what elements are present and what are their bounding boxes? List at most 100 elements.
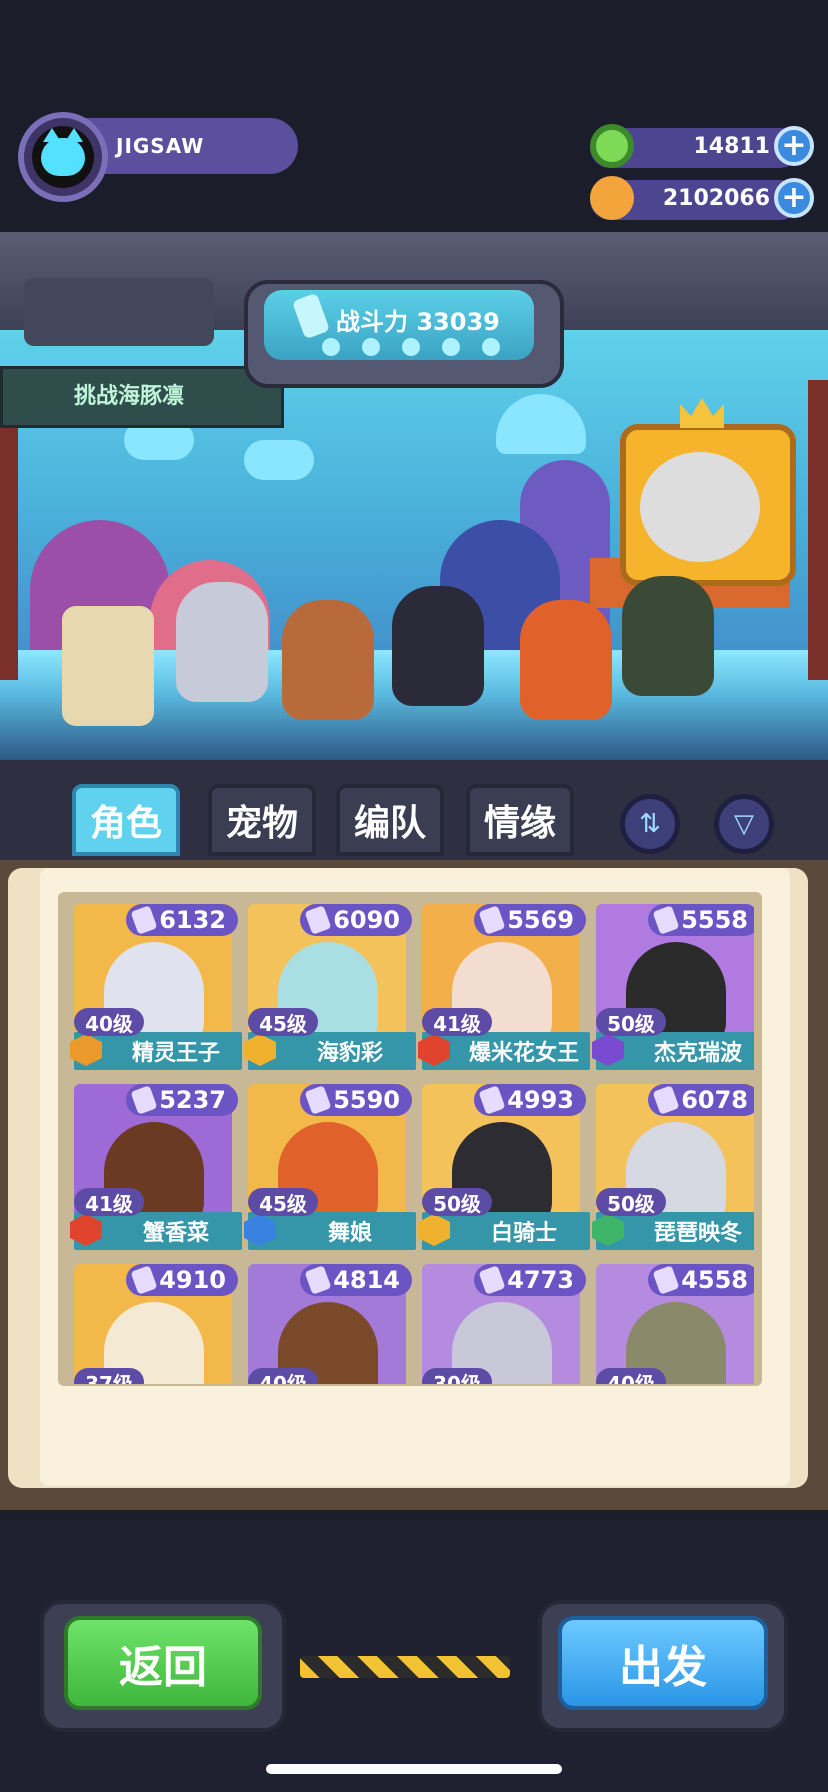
power-badge: 6078 <box>648 1084 754 1116</box>
power-value: 4910 <box>159 1266 226 1294</box>
filter-button[interactable]: ▽ <box>714 794 774 854</box>
name-bar: 精灵王子 <box>70 1032 242 1070</box>
power-badge: 6132 <box>126 904 238 936</box>
power-value: 6078 <box>681 1086 748 1114</box>
element-hex-icon <box>70 1214 102 1246</box>
character-card[interactable]: 4558 40级 <box>596 1264 754 1384</box>
team-member[interactable] <box>176 582 268 702</box>
character-card[interactable]: 4814 40级 <box>248 1264 412 1384</box>
team-slot-dot <box>402 338 420 356</box>
power-value: 5590 <box>333 1086 400 1114</box>
level-badge: 41级 <box>74 1188 144 1216</box>
element-hex-icon <box>244 1214 276 1246</box>
element-hex-icon <box>592 1214 624 1246</box>
sword-icon <box>478 1265 506 1295</box>
sword-icon <box>130 1265 158 1295</box>
level-badge: 30级 <box>422 1368 492 1384</box>
sword-icon <box>652 905 680 935</box>
level-badge: 40级 <box>74 1008 144 1036</box>
level-badge: 40级 <box>248 1368 318 1384</box>
character-name: 白骑士 <box>490 1221 557 1246</box>
cat-face-icon <box>41 128 85 176</box>
character-card[interactable]: 4993 白骑士 50级 <box>418 1084 590 1256</box>
power-value: 4773 <box>507 1266 574 1294</box>
character-card[interactable]: 5237 蟹香菜 41级 <box>70 1084 242 1256</box>
tab-bonds[interactable]: 情缘 <box>466 784 574 856</box>
player-avatar[interactable] <box>18 112 108 202</box>
character-card[interactable]: 5569 爆米花女王 41级 <box>418 904 590 1076</box>
level-badge: 41级 <box>422 1008 492 1036</box>
team-member[interactable] <box>392 586 484 706</box>
sort-button[interactable]: ⇅ <box>620 794 680 854</box>
name-bar: 蟹香菜 <box>70 1212 242 1250</box>
combat-power-label: 战斗力 33039 <box>336 308 500 336</box>
sword-icon <box>130 905 158 935</box>
character-card[interactable]: 5558 杰克瑞波 50级 <box>592 904 754 1076</box>
team-member-robot[interactable] <box>62 606 154 726</box>
character-name: 琵琶映冬 <box>653 1221 742 1246</box>
name-bar: 琵琶映冬 <box>592 1212 754 1250</box>
team-member[interactable] <box>622 576 714 696</box>
power-badge: 4558 <box>648 1264 754 1296</box>
level-badge: 50级 <box>596 1008 666 1036</box>
go-button[interactable]: 出发 <box>558 1616 768 1710</box>
character-card[interactable]: 5590 舞娘 45级 <box>244 1084 416 1256</box>
back-button[interactable]: 返回 <box>64 1616 262 1710</box>
tab-formation[interactable]: 编队 <box>336 784 444 856</box>
character-name: 爆米花女王 <box>468 1041 579 1066</box>
sword-icon <box>304 905 332 935</box>
orange-planet-coin-icon <box>590 176 634 220</box>
green-currency-value: 14811 <box>693 134 770 159</box>
tab-pets[interactable]: 宠物 <box>208 784 316 856</box>
character-card[interactable]: 6090 海豹彩 45级 <box>244 904 416 1076</box>
element-hex-icon <box>244 1034 276 1066</box>
level-badge: 50级 <box>422 1188 492 1216</box>
character-card[interactable]: 4910 37级 <box>74 1264 238 1384</box>
character-card[interactable]: 6132 精灵王子 40级 <box>70 904 242 1076</box>
name-bar: 舞娘 <box>244 1212 416 1250</box>
challenge-label: 挑战海豚凛 <box>74 384 185 409</box>
power-value: 4993 <box>507 1086 574 1114</box>
power-badge: 5569 <box>474 904 586 936</box>
element-hex-icon <box>418 1214 450 1246</box>
power-badge: 5558 <box>648 904 754 936</box>
curtain-right <box>808 380 828 680</box>
character-grid[interactable]: 6132 精灵王子 40级 6090 海豹彩 45级 5569 爆米花女王 41级 5558 杰克瑞… <box>66 900 754 1384</box>
character-name: 杰克瑞波 <box>653 1041 742 1066</box>
sword-icon <box>652 1085 680 1115</box>
name-bar: 海豹彩 <box>244 1032 416 1070</box>
power-value: 5558 <box>681 906 748 934</box>
power-value: 5569 <box>507 906 574 934</box>
character-card[interactable]: 4773 30级 <box>422 1264 586 1384</box>
orange-currency-value: 2102066 <box>662 186 770 211</box>
add-orange-currency-button[interactable]: + <box>774 178 814 218</box>
power-badge: 6090 <box>300 904 412 936</box>
sword-icon <box>652 1265 680 1295</box>
level-badge: 37级 <box>74 1368 144 1384</box>
character-card[interactable]: 6078 琵琶映冬 50级 <box>592 1084 754 1256</box>
character-name: 海豹彩 <box>316 1041 383 1066</box>
character-name: 精灵王子 <box>131 1041 220 1066</box>
power-value: 6090 <box>333 906 400 934</box>
team-member[interactable] <box>282 600 374 720</box>
filter-icon: ▽ <box>734 809 754 839</box>
add-green-currency-button[interactable]: + <box>774 126 814 166</box>
team-slot-dot <box>442 338 460 356</box>
fish-icon <box>244 440 314 480</box>
element-hex-icon <box>418 1034 450 1066</box>
character-name: 蟹香菜 <box>142 1221 209 1246</box>
sword-icon <box>478 1085 506 1115</box>
tab-characters[interactable]: 角色 <box>72 784 180 856</box>
name-bar: 白骑士 <box>418 1212 590 1250</box>
power-value: 6132 <box>159 906 226 934</box>
level-badge: 45级 <box>248 1008 318 1036</box>
level-badge: 45级 <box>248 1188 318 1216</box>
element-cycle-panel[interactable] <box>24 278 214 346</box>
team-member[interactable] <box>520 600 612 720</box>
element-hex-icon <box>592 1034 624 1066</box>
player-name: JIGSAW <box>116 134 205 158</box>
blurred-caption <box>172 1408 752 1428</box>
name-bar: 杰克瑞波 <box>592 1032 754 1070</box>
level-badge: 50级 <box>596 1188 666 1216</box>
sword-icon <box>304 1265 332 1295</box>
